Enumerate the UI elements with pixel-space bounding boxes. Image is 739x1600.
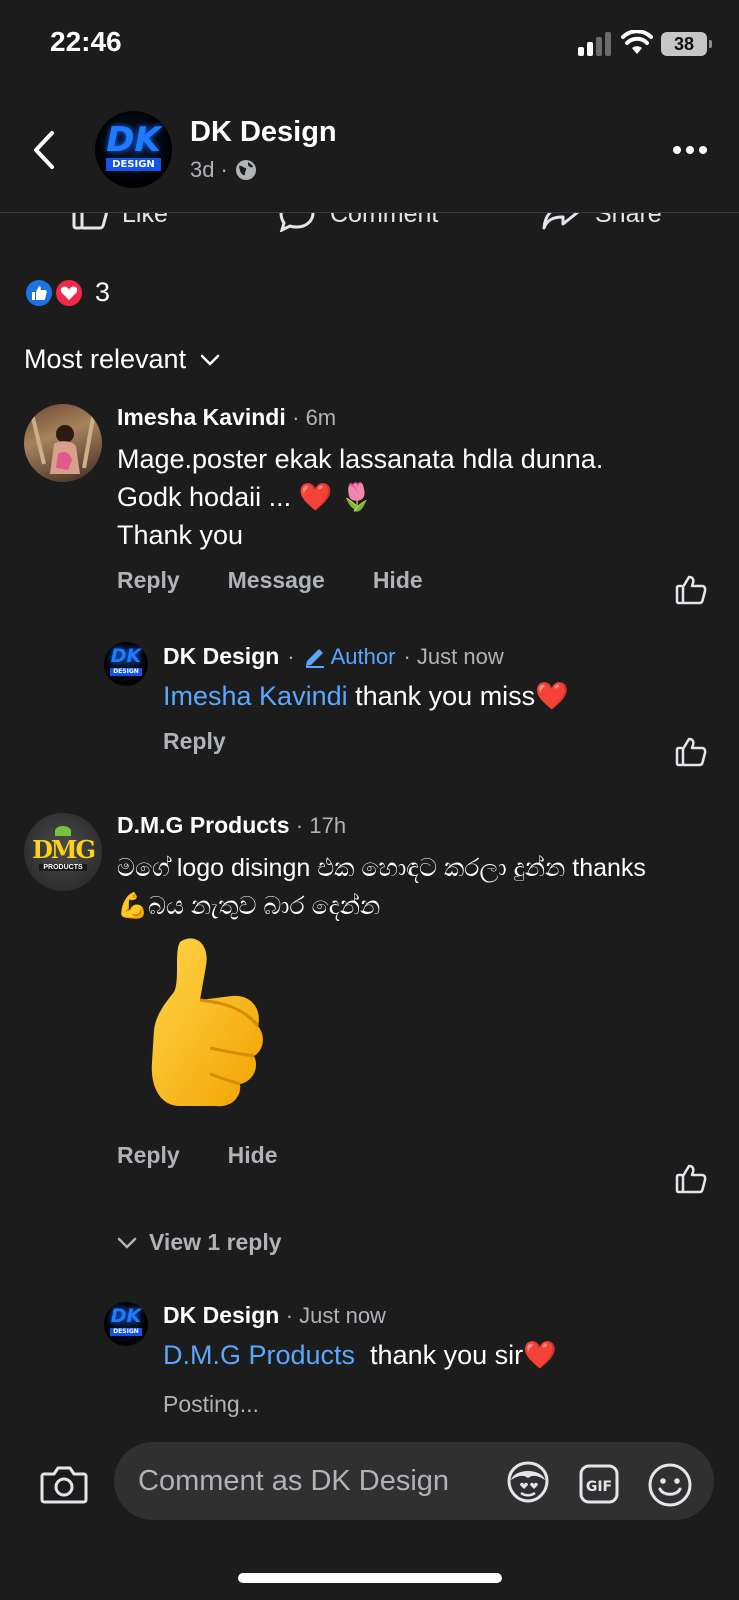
status-time: 22:46 — [50, 26, 122, 57]
svg-text:GIF: GIF — [586, 1479, 612, 1495]
commenter-avatar[interactable] — [24, 404, 102, 482]
chevron-down-icon — [200, 354, 220, 366]
message-link[interactable]: Message — [228, 567, 325, 594]
comment-time: · 17h — [295, 813, 347, 838]
thumbs-up-sticker: 👍 — [140, 930, 300, 1110]
comment-actions: Reply Hide — [117, 1142, 277, 1169]
logo-subtext: DESIGN — [110, 668, 142, 676]
logo-subtext: DESIGN — [110, 1328, 142, 1336]
battery-indicator: 38 — [661, 32, 712, 56]
more-options-icon[interactable] — [673, 146, 707, 154]
posting-status: Posting... — [163, 1391, 259, 1417]
page-title[interactable]: DK Design — [190, 116, 337, 149]
view-replies-label: View 1 reply — [149, 1229, 282, 1255]
reply-link[interactable]: Reply — [117, 567, 180, 594]
reply-link[interactable]: Reply — [117, 1142, 180, 1169]
reply-text: thank you sir❤️ — [355, 1340, 557, 1370]
view-replies-toggle[interactable]: View 1 reply — [117, 1229, 282, 1256]
hide-link[interactable]: Hide — [373, 567, 423, 594]
like-reaction-icon — [24, 278, 54, 308]
love-reaction-icon — [54, 278, 84, 308]
cellular-signal-icon — [578, 32, 614, 56]
logo-text: DK — [110, 1305, 142, 1327]
logo-text: DMG — [32, 835, 96, 864]
comment-actions: Reply Message Hide — [117, 567, 423, 594]
comment-body: Mage.poster ekak lassanata hdla dunna. G… — [117, 440, 717, 554]
comment-time: · Just now — [285, 1303, 386, 1328]
globe-icon — [235, 160, 256, 180]
emoji-icon[interactable] — [647, 1462, 693, 1508]
post-meta: 3d · — [190, 157, 258, 183]
comment-input-placeholder: Comment as DK Design — [138, 1465, 450, 1497]
chevron-down-icon — [117, 1237, 137, 1249]
reply-author-line: DK Design · Just now — [163, 1302, 386, 1329]
comment-author[interactable]: Imesha Kavindi · 6m — [117, 404, 336, 431]
comment-line: 💪බය නැතුව බාර දෙන්න — [117, 892, 381, 920]
author-name[interactable]: D.M.G Products — [117, 812, 290, 838]
like-comment-icon[interactable] — [675, 574, 707, 606]
post-age: 3d — [190, 157, 215, 182]
reply-link[interactable]: Reply — [163, 728, 226, 755]
commenter-avatar[interactable]: DMG PRODUCTS — [24, 813, 102, 891]
reply-author-line: DK Design · Author · Just now — [163, 643, 504, 670]
sort-label: Most relevant — [24, 344, 187, 374]
avatar-sticker-icon[interactable] — [505, 1460, 551, 1504]
comment-time: · Just now — [403, 643, 504, 669]
pencil-icon — [305, 648, 324, 668]
reply-body: D.M.G Products thank you sir❤️ — [163, 1336, 557, 1374]
author-name[interactable]: DK Design — [163, 1302, 279, 1328]
author-badge: Author — [330, 643, 396, 669]
reaction-count[interactable]: 3 — [95, 277, 110, 308]
comment-line: Thank you — [117, 520, 244, 550]
hide-link[interactable]: Hide — [228, 1142, 278, 1169]
back-chevron-icon[interactable] — [32, 130, 56, 170]
wifi-icon — [621, 30, 653, 54]
home-indicator — [238, 1573, 502, 1583]
meta-separator: · — [220, 157, 228, 182]
like-comment-icon[interactable] — [675, 1163, 707, 1195]
mention-link[interactable]: Imesha Kavindi — [163, 681, 348, 711]
mention-link[interactable]: D.M.G Products — [163, 1340, 355, 1370]
comment-body: මගේ logo disingn එක හොඳට කරලා දුන්න than… — [117, 849, 727, 925]
camera-icon[interactable] — [40, 1464, 88, 1504]
comment-time: · 6m — [292, 405, 337, 430]
reply-avatar[interactable]: DK DESIGN — [104, 1302, 148, 1346]
comment-line: මගේ logo disingn එක හොඳට කරලා දුන්න than… — [117, 854, 646, 882]
post-header: DK DESIGN DK Design 3d · — [0, 96, 739, 213]
reply-actions: Reply — [163, 728, 226, 755]
meta-separator: · — [287, 643, 295, 669]
comment-sort-dropdown[interactable]: Most relevant — [24, 344, 220, 375]
like-comment-icon[interactable] — [675, 736, 707, 768]
author-name[interactable]: Imesha Kavindi — [117, 404, 286, 430]
author-name[interactable]: DK Design — [163, 643, 279, 670]
logo-subtext: PRODUCTS — [39, 864, 87, 871]
comment-line: Mage.poster ekak lassanata hdla dunna. — [117, 444, 604, 474]
logo-subtext: DESIGN — [105, 158, 162, 171]
reply-text: thank you miss❤️ — [347, 681, 569, 711]
logo-text: DK — [110, 645, 142, 667]
logo-text: DK — [106, 120, 161, 160]
comment-author[interactable]: D.M.G Products · 17h — [117, 812, 346, 839]
page-avatar[interactable]: DK DESIGN — [95, 111, 172, 188]
gif-icon[interactable]: GIF — [578, 1463, 620, 1505]
reply-body: Imesha Kavindi thank you miss❤️ — [163, 677, 569, 715]
comment-line: Godk hodaii ... ❤️ 🌷 — [117, 482, 374, 512]
reply-avatar[interactable]: DK DESIGN — [104, 642, 148, 686]
